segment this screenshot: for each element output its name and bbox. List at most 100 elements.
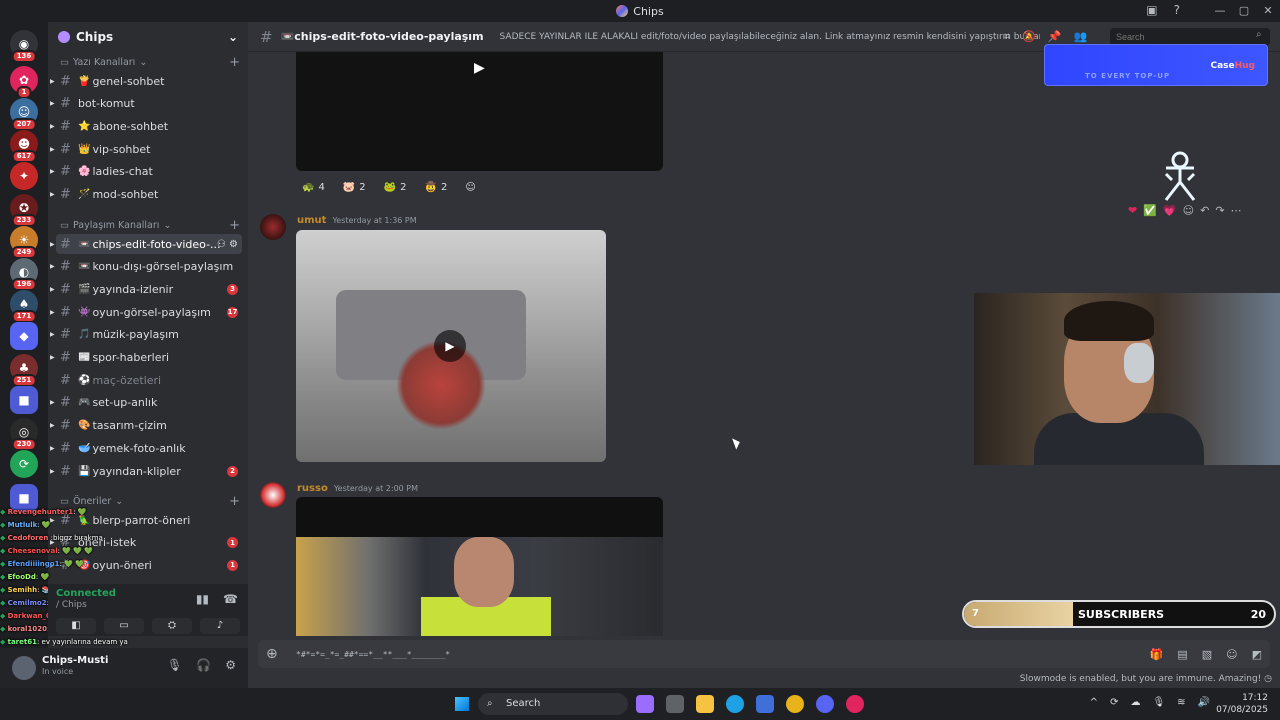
server-header[interactable]: Chips ⌄ — [48, 22, 248, 52]
message-input[interactable] — [296, 644, 1116, 664]
reaction-chip[interactable]: 🐷 2 — [337, 178, 372, 196]
server-icon[interactable]: ♠ 171 — [10, 290, 38, 323]
channel-item[interactable]: ▶ # 📼 chips-edit-foto-video-... ⚇ ⚙ — [50, 234, 242, 254]
video-attachment[interactable] — [296, 497, 663, 636]
channel-item[interactable]: ▶ # 🌸 ladies-chat — [50, 162, 242, 182]
channel-item[interactable]: ▶ # bot-komut — [50, 94, 242, 114]
channel-item[interactable]: ▶ # ⭐ abone-sohbet — [50, 116, 242, 136]
gear-icon[interactable]: ⚙ — [229, 239, 238, 250]
chevron-up-icon[interactable]: ^ — [1090, 697, 1098, 708]
reaction-chip[interactable]: 🤠 2 — [418, 178, 453, 196]
invite-icon[interactable]: ⚇ — [217, 239, 226, 250]
apps-icon[interactable]: ◩ — [1252, 648, 1262, 661]
channel-item[interactable]: ▶ # 🪄 mod-sohbet — [50, 185, 242, 205]
channel-item[interactable]: ▶ # 🎬 yayında-izlenir 3 — [50, 279, 242, 299]
chevron-down-icon[interactable]: ⌄ — [228, 30, 238, 44]
add-reaction-button[interactable]: ☺ — [459, 178, 481, 196]
check-reaction-icon[interactable]: ✅ — [1143, 204, 1157, 217]
threads-icon[interactable]: ⌗ — [1004, 30, 1010, 44]
channel-item[interactable]: ▶ # 👾 oyun-görsel-paylaşım 17 — [50, 302, 242, 322]
channel-item[interactable]: ▶ # 🍟 genel-sohbet — [50, 71, 242, 91]
emoji-icon[interactable]: ☺ — [1226, 648, 1237, 661]
video-attachment[interactable]: ▶ — [296, 230, 606, 462]
windows-start-icon[interactable] — [455, 697, 469, 711]
server-icon[interactable]: ☻ 617 — [10, 130, 38, 163]
pin-icon[interactable]: 📌 — [1048, 30, 1062, 44]
chrome-icon[interactable] — [786, 695, 804, 713]
headphones-icon[interactable]: 🎧 — [196, 658, 211, 672]
microphone-icon[interactable]: 🎙 — [167, 658, 182, 672]
disconnect-icon[interactable]: ☎ — [223, 592, 238, 606]
members-icon[interactable]: 👥 — [1074, 30, 1088, 44]
store-icon[interactable] — [756, 695, 774, 713]
play-icon[interactable]: ▶ — [434, 330, 466, 362]
heart-reaction-icon[interactable]: ❤ — [1128, 204, 1137, 217]
activity-button[interactable]: ⛭ — [152, 618, 192, 634]
add-channel-icon[interactable]: + — [229, 55, 240, 70]
server-icon[interactable]: ■ — [10, 386, 38, 414]
close-button[interactable]: ✕ — [1256, 0, 1280, 22]
channel-item[interactable]: ▶ # 👑 vip-sohbet — [50, 139, 242, 159]
add-reaction-icon[interactable]: ☺ — [1183, 204, 1194, 217]
file-explorer-icon[interactable] — [696, 695, 714, 713]
server-icon[interactable]: ✦ — [10, 162, 38, 190]
help-icon[interactable]: ? — [1174, 3, 1180, 17]
server-icon[interactable]: ☀ 249 — [10, 226, 38, 259]
message-author[interactable]: umut — [297, 215, 326, 226]
obs-icon[interactable] — [846, 695, 864, 713]
cloud-icon[interactable]: ☁ — [1130, 697, 1140, 708]
channel-item[interactable]: ▶ # 💾 yayından-klipler 2 — [50, 461, 242, 481]
notifications-icon[interactable]: 🔕 — [1022, 30, 1036, 44]
camera-button[interactable]: ◧ — [56, 618, 96, 634]
channel-item[interactable]: ▶ # 🎨 tasarım-çizim — [50, 416, 242, 436]
avatar[interactable] — [260, 482, 286, 508]
channel-item[interactable]: # ⚽ maç-özetleri — [56, 370, 242, 390]
server-icon[interactable]: ♣ 251 — [10, 354, 38, 387]
copilot-icon[interactable] — [636, 695, 654, 713]
more-icon[interactable]: ⋯ — [1231, 204, 1242, 217]
add-attachment-icon[interactable]: ⊕ — [266, 646, 278, 662]
discord-icon[interactable] — [816, 695, 834, 713]
wifi-icon[interactable]: ≋ — [1177, 697, 1185, 708]
category-share[interactable]: ▭ Paylaşım Kanalları ⌄ + — [60, 218, 240, 233]
play-icon[interactable]: ▶ — [474, 60, 485, 76]
edge-icon[interactable] — [726, 695, 744, 713]
server-icon[interactable]: ☺ 207 — [10, 98, 38, 131]
voice-channel[interactable]: / Chips — [56, 600, 87, 610]
heart-pink-reaction-icon[interactable]: 💗 — [1163, 204, 1177, 217]
reaction-chip[interactable]: 🐸 2 — [378, 178, 413, 196]
screen-share-button[interactable]: ▭ — [104, 618, 144, 634]
server-icon[interactable]: ◐ 196 — [10, 258, 38, 291]
username[interactable]: Chips-Musti — [42, 655, 108, 666]
channel-item[interactable]: ▶ # 📼 konu-dışı-görsel-paylaşım — [50, 257, 242, 277]
server-icon[interactable]: ◎ 230 — [10, 418, 38, 451]
volume-icon[interactable]: 🔊 — [1198, 697, 1210, 708]
inbox-icon[interactable]: ▣ — [1146, 3, 1157, 17]
forward-icon[interactable]: ↷ — [1215, 204, 1224, 217]
avatar[interactable] — [12, 656, 36, 680]
soundboard-button[interactable]: ♪ — [200, 618, 240, 634]
server-icon[interactable]: ✿ 1 — [10, 66, 38, 99]
avatar[interactable] — [260, 214, 286, 240]
channel-item[interactable]: ▶ # 📰 spor-haberleri — [50, 348, 242, 368]
server-icon[interactable]: ◉ 136 — [10, 30, 38, 63]
message-author[interactable]: russo — [297, 483, 328, 494]
minimize-button[interactable]: — — [1208, 0, 1232, 22]
server-icon[interactable]: ⟳ — [10, 450, 38, 478]
channel-item[interactable]: ▶ # 🎵 müzik-paylaşım — [50, 325, 242, 345]
soundboard-icon[interactable]: ▮▮ — [196, 592, 209, 606]
add-channel-icon[interactable]: + — [229, 494, 240, 509]
gift-icon[interactable]: 🎁 — [1150, 648, 1164, 661]
channel-topic[interactable]: SADECE YAYINLAR İLE ALAKALI edit/foto/vi… — [500, 32, 1040, 42]
sync-icon[interactable]: ⟳ — [1110, 697, 1118, 708]
gif-icon[interactable]: ▤ — [1177, 648, 1187, 661]
taskbar-search[interactable]: ⌕ Search — [478, 693, 628, 715]
server-icon[interactable]: ◆ — [10, 322, 38, 350]
system-clock[interactable]: 17:12 07/08/2025 — [1216, 692, 1268, 716]
mic-icon[interactable]: 🎙 — [1152, 697, 1165, 708]
category-text[interactable]: ▭ Yazı Kanalları ⌄ + — [60, 55, 240, 70]
task-view-icon[interactable] — [666, 695, 684, 713]
server-icon[interactable]: ✪ 233 — [10, 194, 38, 227]
gear-icon[interactable]: ⚙ — [225, 658, 236, 672]
channel-item[interactable]: ▶ # 🥣 yemek-foto-anlık — [50, 438, 242, 458]
